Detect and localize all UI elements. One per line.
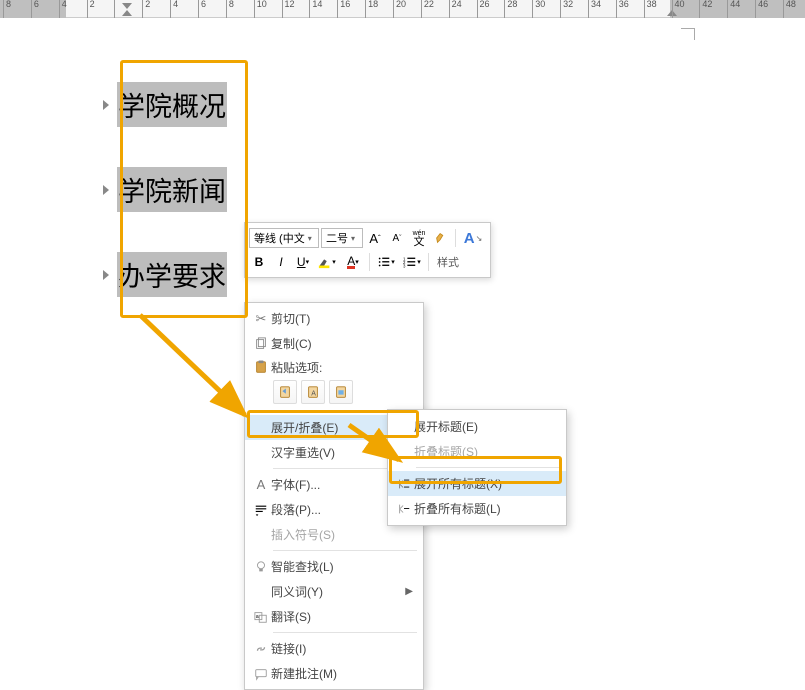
svg-text:a: a bbox=[256, 613, 259, 619]
ruler-tick: 8 bbox=[226, 0, 234, 18]
page-corner-mark bbox=[681, 28, 695, 40]
italic-button[interactable]: I bbox=[271, 252, 291, 272]
ruler-tick: 36 bbox=[616, 0, 629, 18]
ruler-tick: 2 bbox=[87, 0, 95, 18]
collapse-triangle-icon[interactable] bbox=[103, 270, 109, 280]
phonetic-guide-button[interactable]: wén文 bbox=[409, 228, 429, 248]
highlight-button[interactable]: ▾ bbox=[315, 252, 339, 272]
ruler-tick: 32 bbox=[560, 0, 573, 18]
menu-translate[interactable]: a 翻译(S) bbox=[245, 604, 423, 629]
styles-label[interactable]: 样式 bbox=[437, 254, 459, 270]
ruler-tick: 42 bbox=[699, 0, 712, 18]
ruler-tick bbox=[114, 0, 117, 18]
ruler-tick: 10 bbox=[254, 0, 267, 18]
ruler-tick: 4 bbox=[170, 0, 178, 18]
mini-toolbar: 等线 (中文▾ 二号▾ Aˆ Aˇ wén文 A↘ B I U▾ ▾ A▾ ▾ … bbox=[244, 222, 491, 278]
ruler-tick: 12 bbox=[282, 0, 295, 18]
ruler-tick: 4 bbox=[59, 0, 67, 18]
ruler-tick: 14 bbox=[309, 0, 322, 18]
paragraph-icon bbox=[251, 503, 271, 517]
menu-copy[interactable]: 复制(C) bbox=[245, 331, 423, 356]
comment-icon bbox=[251, 667, 271, 681]
ruler-tick: 26 bbox=[477, 0, 490, 18]
ruler-tick: 6 bbox=[31, 0, 39, 18]
annotation-arrow-2-icon bbox=[344, 415, 414, 470]
first-line-indent-marker[interactable] bbox=[122, 3, 132, 9]
submenu-expand-all[interactable]: 展开所有标题(X) bbox=[388, 471, 566, 496]
collapse-triangle-icon[interactable] bbox=[103, 185, 109, 195]
svg-text:A: A bbox=[311, 391, 316, 398]
lightbulb-icon bbox=[251, 560, 271, 574]
expand-collapse-submenu: 展开标题(E) 折叠标题(S) 展开所有标题(X) 折叠所有标题(L) bbox=[387, 409, 567, 526]
paste-keep-source-button[interactable] bbox=[273, 380, 297, 404]
separator bbox=[369, 253, 370, 271]
font-family-combo[interactable]: 等线 (中文▾ bbox=[249, 228, 319, 248]
ruler-tick: 38 bbox=[644, 0, 657, 18]
submenu-collapse-heading: 折叠标题(S) bbox=[388, 439, 566, 464]
menu-cut[interactable]: ✂ 剪切(T) bbox=[245, 306, 423, 331]
ruler-tick: 44 bbox=[727, 0, 740, 18]
submenu-collapse-all[interactable]: 折叠所有标题(L) bbox=[388, 496, 566, 521]
menu-smart-lookup[interactable]: 智能查找(L) bbox=[245, 554, 423, 579]
ruler-tick: 24 bbox=[449, 0, 462, 18]
menu-synonym[interactable]: 同义词(Y) ▶ bbox=[245, 579, 423, 604]
collapse-triangle-icon[interactable] bbox=[103, 100, 109, 110]
paste-picture-button[interactable] bbox=[329, 380, 353, 404]
ruler-tick: 20 bbox=[393, 0, 406, 18]
submenu-arrow-icon: ▶ bbox=[405, 586, 413, 597]
increase-font-button[interactable]: Aˆ bbox=[365, 228, 385, 248]
link-icon bbox=[251, 642, 271, 656]
font-size-combo[interactable]: 二号▾ bbox=[321, 228, 363, 248]
expand-all-icon bbox=[394, 477, 414, 491]
heading-text-3[interactable]: 办学要求 bbox=[117, 252, 227, 297]
hanging-indent-marker[interactable] bbox=[122, 10, 132, 16]
menu-paste-options-header: 粘贴选项: bbox=[245, 356, 423, 378]
heading-text-1[interactable]: 学院概况 bbox=[117, 82, 227, 127]
ruler-tick: 40 bbox=[672, 0, 685, 18]
ruler-tick: 16 bbox=[337, 0, 350, 18]
ruler-tick: 2 bbox=[142, 0, 150, 18]
document-body: 学院概况 学院新闻 办学要求 bbox=[103, 62, 227, 317]
ruler-tick: 18 bbox=[365, 0, 378, 18]
decrease-font-button[interactable]: Aˇ bbox=[387, 228, 407, 248]
bold-button[interactable]: B bbox=[249, 252, 269, 272]
horizontal-ruler[interactable]: 8642246810121416182022242628303234363840… bbox=[0, 0, 805, 18]
heading-row[interactable]: 学院概况 bbox=[103, 62, 227, 147]
annotation-arrow-icon bbox=[130, 305, 270, 435]
bullets-button[interactable]: ▾ bbox=[374, 252, 398, 272]
numbering-button[interactable]: 123▾ bbox=[400, 252, 424, 272]
ruler-tick: 6 bbox=[198, 0, 206, 18]
separator bbox=[455, 229, 456, 247]
paste-text-only-button[interactable]: A bbox=[301, 380, 325, 404]
font-color-button[interactable]: A▾ bbox=[341, 252, 365, 272]
translate-icon: a bbox=[251, 610, 271, 624]
separator bbox=[428, 253, 429, 271]
collapse-all-icon bbox=[394, 502, 414, 516]
heading-row[interactable]: 学院新闻 bbox=[103, 147, 227, 232]
letter-a-icon: A bbox=[251, 477, 271, 492]
ruler-tick: 46 bbox=[755, 0, 768, 18]
ruler-tick: 22 bbox=[421, 0, 434, 18]
menu-link[interactable]: 链接(I) bbox=[245, 636, 423, 661]
menu-new-comment[interactable]: 新建批注(M) bbox=[245, 661, 423, 686]
svg-text:3: 3 bbox=[403, 263, 406, 268]
ruler-tick: 8 bbox=[3, 0, 11, 18]
heading-text-2[interactable]: 学院新闻 bbox=[117, 167, 227, 212]
ruler-tick: 34 bbox=[588, 0, 601, 18]
underline-button[interactable]: U▾ bbox=[293, 252, 313, 272]
styles-button[interactable]: A↘ bbox=[460, 228, 486, 248]
ruler-tick: 48 bbox=[783, 0, 796, 18]
paste-options-row: A bbox=[245, 378, 423, 408]
submenu-expand-heading[interactable]: 展开标题(E) bbox=[388, 414, 566, 439]
format-painter-button[interactable] bbox=[431, 228, 451, 248]
ruler-tick: 28 bbox=[504, 0, 517, 18]
ruler-tick: 30 bbox=[532, 0, 545, 18]
